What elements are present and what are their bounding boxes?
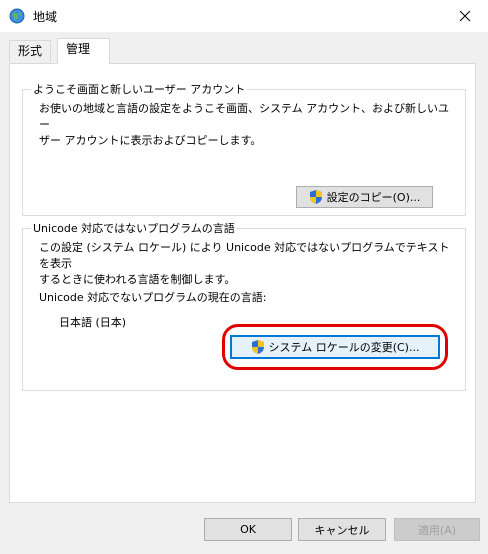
uac-shield-icon [309, 190, 322, 204]
change-system-locale-button[interactable]: システム ロケールの変更(C)... [230, 335, 440, 359]
uac-shield-icon [251, 340, 264, 354]
tab-format[interactable]: 形式 [9, 40, 52, 62]
copy-settings-button[interactable]: 設定のコピー(O)... [296, 186, 433, 208]
apply-button[interactable]: 適用(A) [394, 518, 480, 541]
region-dialog: 地域 形式 管理 ようこそ画面と新しいユーザー アカウント お使いの地域と言語の… [0, 0, 488, 554]
tab-panel-administrative: ようこそ画面と新しいユーザー アカウント お使いの地域と言語の設定をようこそ画面… [9, 63, 476, 503]
welcome-screen-group: ようこそ画面と新しいユーザー アカウント お使いの地域と言語の設定をようこそ画面… [22, 81, 466, 216]
unicode-desc-line2: するときに使われる言語を制御します。 [39, 273, 236, 286]
globe-icon [9, 8, 25, 24]
close-button[interactable] [442, 0, 488, 32]
unicode-language-group: Unicode 対応ではないプログラムの言語 この設定 (システム ロケール) … [22, 220, 466, 391]
ok-button[interactable]: OK [204, 518, 292, 541]
title-bar: 地域 [0, 0, 488, 32]
welcome-group-title: ようこそ画面と新しいユーザー アカウント [31, 81, 248, 97]
copy-settings-label: 設定のコピー(O)... [326, 191, 421, 204]
current-language-value: 日本語 (日本) [59, 316, 127, 329]
unicode-group-title: Unicode 対応ではないプログラムの言語 [31, 220, 237, 236]
close-icon [459, 10, 471, 22]
window-title: 地域 [33, 10, 58, 24]
change-system-locale-label: システム ロケールの変更(C)... [268, 341, 420, 354]
cancel-button[interactable]: キャンセル [298, 518, 386, 541]
welcome-desc-line2: ザー アカウントに表示およびコピーします。 [39, 134, 262, 147]
welcome-group-description: お使いの地域と言語の設定をようこそ画面、システム アカウント、および新しいユー … [39, 101, 459, 149]
unicode-desc-line1: この設定 (システム ロケール) により Unicode 対応ではないプログラム… [39, 241, 450, 270]
unicode-group-description: この設定 (システム ロケール) により Unicode 対応ではないプログラム… [39, 240, 459, 288]
welcome-desc-line1: お使いの地域と言語の設定をようこそ画面、システム アカウント、および新しいユー [39, 102, 449, 131]
current-language-label: Unicode 対応でないプログラムの現在の言語: [39, 291, 267, 304]
tab-administrative[interactable]: 管理 [57, 38, 110, 64]
